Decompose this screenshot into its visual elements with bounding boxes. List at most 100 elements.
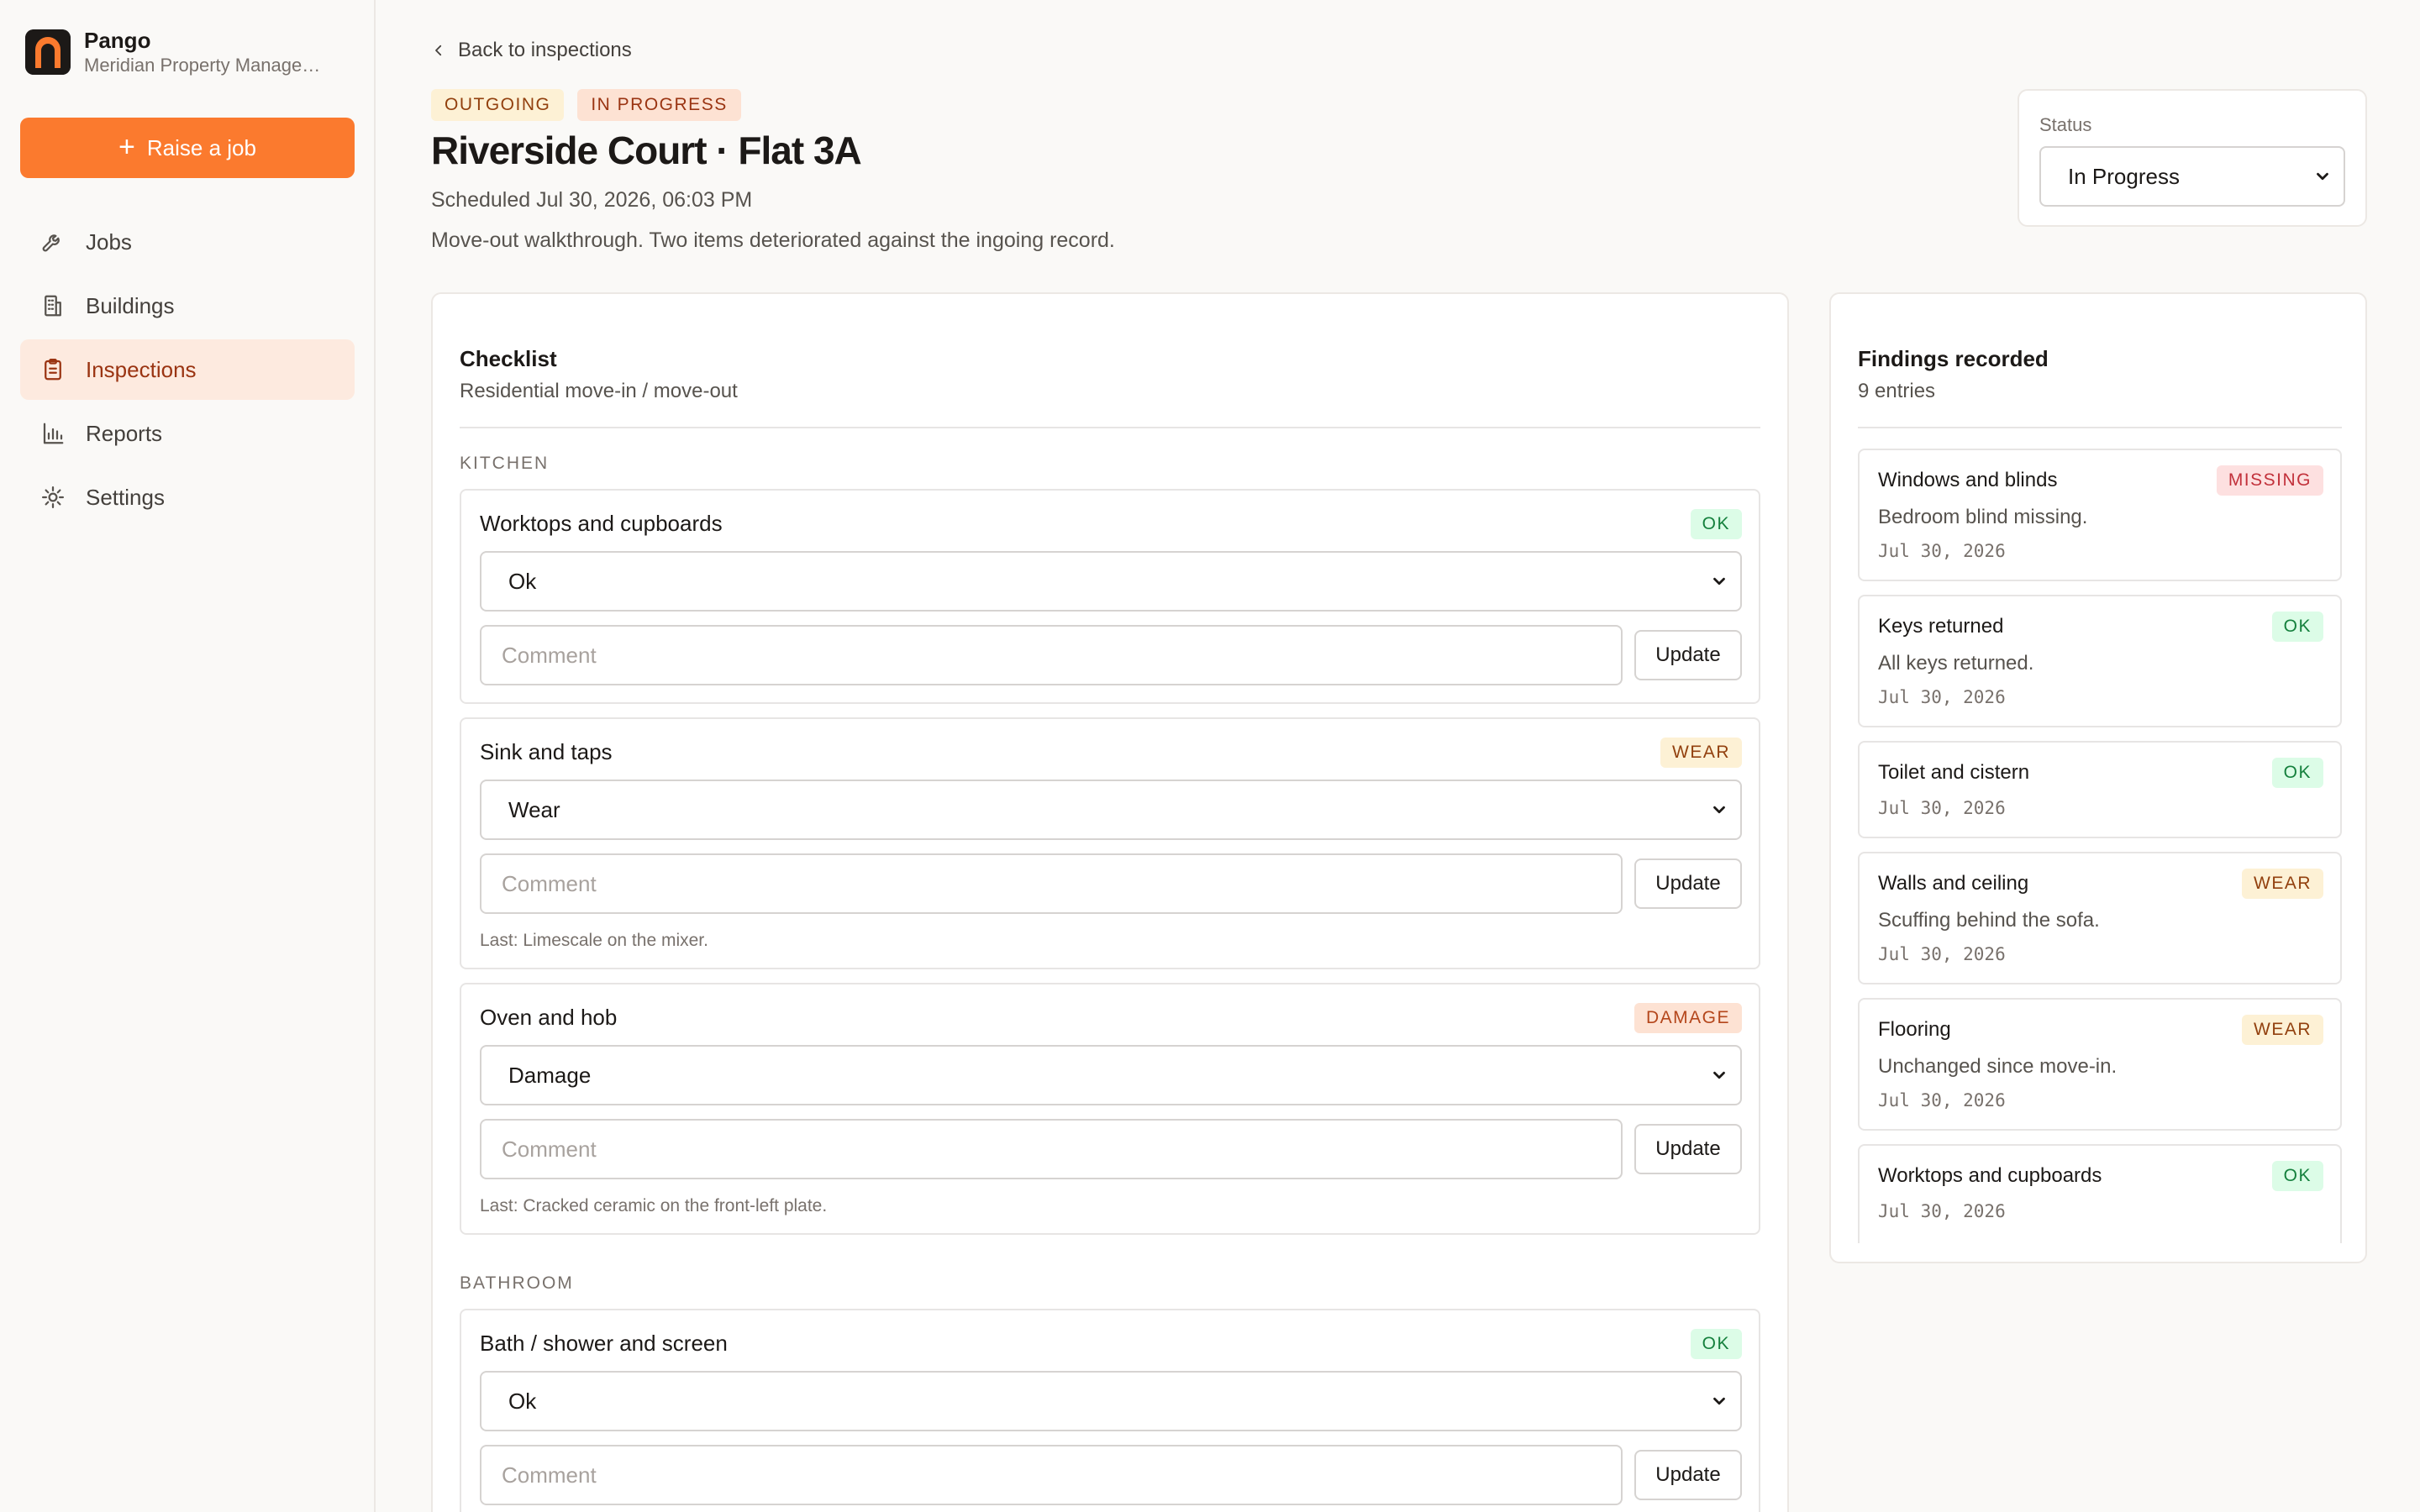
status-label: Status [2039, 114, 2092, 135]
plus-icon: + [118, 130, 135, 163]
chevron-left-icon [435, 45, 442, 56]
findings-card: Findings recorded 9 entries Windows and … [1829, 292, 2367, 1263]
sidebar: Pango Meridian Property Manage… + Raise … [0, 0, 376, 1512]
sidebar-item-label: Inspections [86, 356, 197, 382]
organization-name: Meridian Property Manage… [84, 55, 321, 76]
chevron-down-icon [1713, 1397, 1725, 1405]
last-comment: Last: Limescale on the mixer. [480, 931, 708, 950]
finding-note: Unchanged since move-in. [1878, 1055, 2118, 1078]
condition-badge: OK [1690, 509, 1742, 539]
finding-entry: Windows and blinds MISSING Bedroom blind… [1858, 449, 2342, 581]
wrench-icon [42, 234, 60, 252]
chevron-down-icon [2317, 172, 2328, 181]
checklist-item: Bath / shower and screen OK Ok Update [460, 1309, 1760, 1512]
sidebar-item-label: Jobs [86, 228, 132, 255]
sidebar-item-label: Settings [86, 484, 165, 510]
finding-entry: Worktops and cupboards OK Jul 30, 2026 [1858, 1144, 2342, 1243]
finding-entry: Flooring WEAR Unchanged since move-in. J… [1858, 998, 2342, 1131]
clipboard-icon [45, 359, 61, 381]
checklist-item-name: Worktops and cupboards [480, 511, 723, 536]
sidebar-item-buildings[interactable]: Buildings [20, 276, 355, 336]
raise-job-button[interactable]: + Raise a job [20, 118, 355, 178]
comment-input[interactable] [480, 853, 1623, 914]
sidebar-item-jobs[interactable]: Jobs [20, 212, 355, 272]
section-label-bathroom: BATHROOM [460, 1273, 574, 1293]
checklist-item: Oven and hob DAMAGE Damage Update Last: … [460, 983, 1760, 1235]
main-content: Back to inspections OUTGOING IN PROGRESS… [376, 0, 2420, 1512]
gear-icon [42, 486, 64, 508]
condition-select[interactable]: Ok [480, 1371, 1742, 1431]
sidebar-item-settings[interactable]: Settings [20, 467, 355, 528]
back-to-inspections-link[interactable]: Back to inspections [431, 39, 632, 62]
finding-badge: OK [2271, 1161, 2323, 1191]
finding-date: Jul 30, 2026 [1878, 944, 2006, 964]
checklist-card: Checklist Residential move-in / move-out… [431, 292, 1789, 1512]
condition-badge: DAMAGE [1634, 1003, 1742, 1033]
condition-badge: OK [1690, 1329, 1742, 1359]
finding-badge: MISSING [2216, 465, 2323, 496]
finding-badge: OK [2271, 758, 2323, 788]
comment-input[interactable] [480, 1119, 1623, 1179]
status-select[interactable]: In Progress [2039, 146, 2345, 207]
checklist-item-name: Oven and hob [480, 1005, 618, 1030]
comment-input[interactable] [480, 625, 1623, 685]
raise-job-label: Raise a job [146, 134, 256, 160]
condition-select-value: Wear [508, 796, 560, 822]
finding-name: Flooring [1878, 1018, 1951, 1041]
chevron-down-icon [1713, 1071, 1725, 1079]
checklist-item-name: Sink and taps [480, 739, 613, 764]
update-button[interactable]: Update [1634, 1124, 1742, 1174]
condition-select-value: Ok [508, 568, 537, 594]
condition-select[interactable]: Ok [480, 551, 1742, 612]
status-badge: IN PROGRESS [577, 89, 741, 121]
finding-date: Jul 30, 2026 [1878, 687, 2006, 707]
chevron-down-icon [1713, 806, 1725, 814]
findings-list[interactable]: Windows and blinds MISSING Bedroom blind… [1858, 449, 2342, 1243]
condition-select[interactable]: Wear [480, 780, 1742, 840]
finding-name: Worktops and cupboards [1878, 1164, 2102, 1187]
page-title: Riverside Court · Flat 3A [431, 129, 862, 172]
checklist-item-name: Bath / shower and screen [480, 1331, 728, 1356]
finding-name: Windows and blinds [1878, 469, 2058, 491]
finding-entry: Toilet and cistern OK Jul 30, 2026 [1858, 741, 2342, 838]
finding-name: Walls and ceiling [1878, 872, 2029, 895]
sidebar-item-reports[interactable]: Reports [20, 403, 355, 464]
condition-select[interactable]: Damage [480, 1045, 1742, 1105]
section-label-kitchen: KITCHEN [460, 454, 550, 473]
finding-entry: Walls and ceiling WEAR Scuffing behind t… [1858, 852, 2342, 984]
finding-date: Jul 30, 2026 [1878, 541, 2006, 561]
pango-logo-icon [25, 29, 71, 75]
chevron-down-icon [1713, 577, 1725, 585]
checklist-item: Sink and taps WEAR Wear Update Last: Lim… [460, 717, 1760, 969]
brand[interactable]: Pango Meridian Property Manage… [25, 27, 320, 77]
direction-badge: OUTGOING [431, 89, 565, 121]
sidebar-item-inspections[interactable]: Inspections [20, 339, 355, 400]
update-button[interactable]: Update [1634, 858, 1742, 909]
checklist-header [460, 294, 1760, 428]
brand-name: Pango [84, 28, 151, 53]
finding-badge: OK [2271, 612, 2323, 642]
building-icon [45, 295, 61, 317]
finding-name: Keys returned [1878, 615, 2004, 638]
last-comment: Last: Cracked ceramic on the front-left … [480, 1196, 828, 1215]
finding-badge: WEAR [2242, 1015, 2323, 1045]
checklist-subtitle: Residential move-in / move-out [460, 380, 738, 402]
finding-note: All keys returned. [1878, 652, 2034, 675]
condition-select-value: Ok [508, 1388, 537, 1414]
checklist-item: Worktops and cupboards OK Ok Update [460, 489, 1760, 704]
bar-chart-icon [43, 423, 64, 444]
inspection-tags: OUTGOING IN PROGRESS [431, 89, 741, 121]
sidebar-item-label: Buildings [86, 292, 175, 318]
comment-input[interactable] [480, 1445, 1623, 1505]
update-button[interactable]: Update [1634, 1450, 1742, 1500]
checklist-title: Checklist [460, 346, 557, 371]
update-button[interactable]: Update [1634, 630, 1742, 680]
finding-badge: WEAR [2242, 869, 2323, 899]
finding-note: Bedroom blind missing. [1878, 506, 2088, 528]
condition-badge: WEAR [1660, 738, 1742, 768]
back-link-label: Back to inspections [458, 39, 632, 61]
finding-entry: Keys returned OK All keys returned. Jul … [1858, 595, 2342, 727]
status-select-value: In Progress [2068, 163, 2180, 189]
finding-date: Jul 30, 2026 [1878, 1201, 2006, 1221]
scheduled-date: Scheduled Jul 30, 2026, 06:03 PM [431, 188, 753, 212]
